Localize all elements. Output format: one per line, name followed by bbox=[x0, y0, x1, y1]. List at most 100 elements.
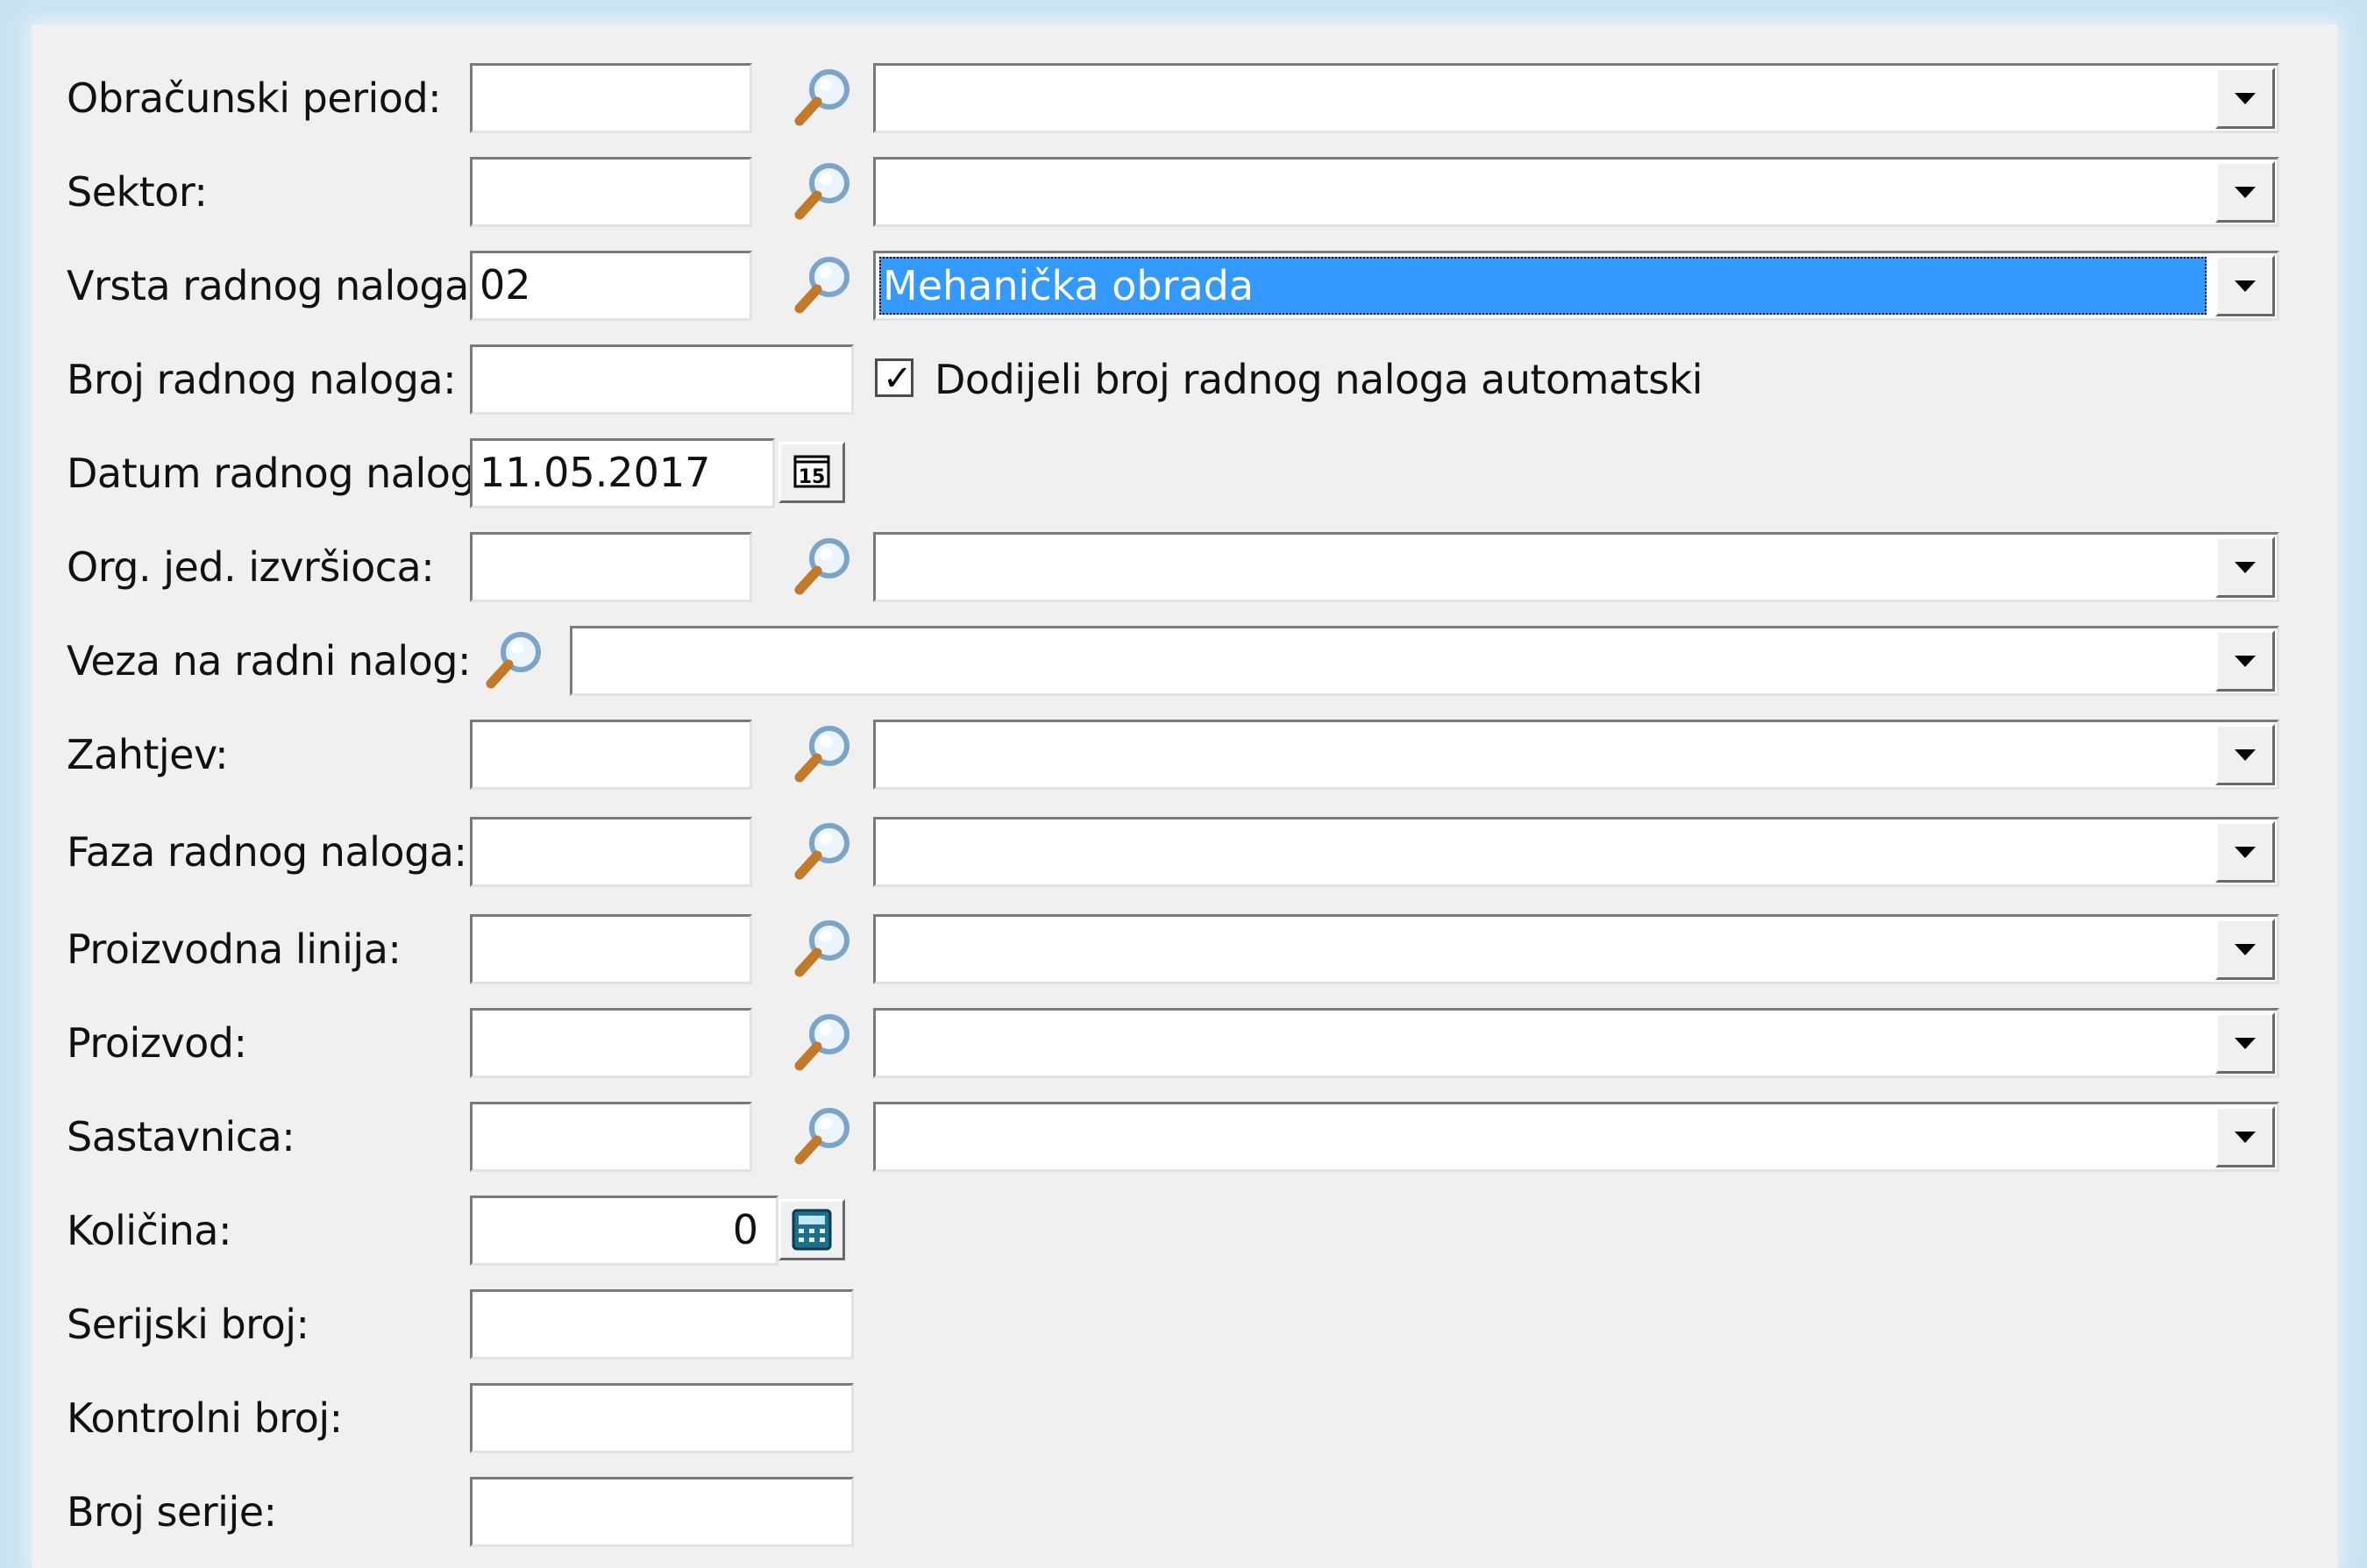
row-order-number: Broj radnog naloga: ✓ Dodijeli broj radn… bbox=[32, 341, 2337, 418]
product-label: Proizvod: bbox=[67, 1019, 247, 1067]
magnifier-icon[interactable] bbox=[787, 157, 857, 227]
period-label: Obračunski period: bbox=[67, 74, 442, 122]
calculator-button[interactable] bbox=[778, 1199, 845, 1260]
svg-text:15: 15 bbox=[799, 466, 826, 488]
order-type-combo[interactable]: Mehanička obrada bbox=[873, 251, 2279, 321]
row-sector: Sektor: bbox=[32, 153, 2337, 231]
order-date-label: Datum radnog naloga: bbox=[67, 450, 513, 497]
auto-assign-checkbox[interactable]: ✓ bbox=[875, 358, 913, 399]
chevron-down-icon bbox=[2235, 749, 2256, 761]
phase-label: Faza radnog naloga: bbox=[67, 828, 467, 876]
chevron-down-icon bbox=[2235, 1132, 2256, 1143]
order-type-code-input[interactable]: 02 bbox=[470, 251, 752, 321]
calendar-button[interactable]: 15 bbox=[778, 442, 845, 503]
period-combo[interactable] bbox=[873, 63, 2279, 133]
bom-label: Sastavnica: bbox=[67, 1113, 295, 1160]
production-line-combo[interactable] bbox=[873, 914, 2279, 984]
product-combo[interactable] bbox=[873, 1008, 2279, 1078]
org-unit-combo[interactable] bbox=[873, 532, 2279, 602]
control-number-label: Kontrolni broj: bbox=[67, 1394, 343, 1442]
org-unit-code-input[interactable] bbox=[470, 532, 752, 602]
order-type-dropdown-button[interactable] bbox=[2215, 255, 2275, 316]
serial-number-input[interactable] bbox=[470, 1289, 854, 1359]
quantity-label: Količina: bbox=[67, 1207, 232, 1254]
chevron-down-icon bbox=[2235, 847, 2256, 858]
row-bom: Sastavnica: bbox=[32, 1098, 2337, 1175]
order-number-label: Broj radnog naloga: bbox=[67, 356, 457, 403]
row-phase: Faza radnog naloga: bbox=[32, 813, 2337, 890]
checkmark-icon: ✓ bbox=[883, 358, 913, 399]
row-request: Zahtjev: bbox=[32, 716, 2337, 793]
order-date-input[interactable]: 11.05.2017 bbox=[470, 438, 775, 508]
row-product: Proizvod: bbox=[32, 1004, 2337, 1082]
sector-label: Sektor: bbox=[67, 168, 208, 216]
control-number-input[interactable] bbox=[470, 1383, 854, 1453]
bom-combo[interactable] bbox=[873, 1102, 2279, 1172]
row-production-line: Proizvodna linija: bbox=[32, 911, 2337, 988]
bom-combo-value bbox=[879, 1108, 2207, 1166]
magnifier-icon[interactable] bbox=[787, 1102, 857, 1172]
row-org-unit: Org. jed. izvršioca: bbox=[32, 529, 2337, 606]
auto-assign-label[interactable]: Dodijeli broj radnog naloga automatski bbox=[935, 341, 1703, 418]
magnifier-icon[interactable] bbox=[787, 63, 857, 133]
request-code-input[interactable] bbox=[470, 720, 752, 790]
magnifier-icon[interactable] bbox=[787, 720, 857, 790]
order-type-combo-value: Mehanička obrada bbox=[879, 257, 2207, 315]
chevron-down-icon bbox=[2235, 187, 2256, 198]
batch-number-input[interactable] bbox=[470, 1477, 854, 1547]
request-combo-value bbox=[879, 726, 2207, 784]
production-line-code-input[interactable] bbox=[470, 914, 752, 984]
production-line-label: Proizvodna linija: bbox=[67, 926, 402, 973]
phase-combo-value bbox=[879, 823, 2207, 881]
serial-number-label: Serijski broj: bbox=[67, 1301, 309, 1348]
form-panel: Obračunski period: Sektor: Vrsta radnog … bbox=[32, 25, 2337, 1568]
link-order-label: Veza na radni nalog: bbox=[67, 637, 471, 685]
row-serial-number: Serijski broj: bbox=[32, 1286, 2337, 1363]
magnifier-icon[interactable] bbox=[787, 1008, 857, 1078]
chevron-down-icon bbox=[2235, 280, 2256, 292]
phase-dropdown-button[interactable] bbox=[2215, 821, 2275, 883]
request-combo[interactable] bbox=[873, 720, 2279, 790]
link-order-dropdown-button[interactable] bbox=[2215, 630, 2275, 692]
period-code-input[interactable] bbox=[470, 63, 752, 133]
quantity-input[interactable]: 0 bbox=[470, 1196, 778, 1266]
row-quantity: Količina: 0 bbox=[32, 1192, 2337, 1269]
batch-number-label: Broj serije: bbox=[67, 1488, 277, 1536]
order-number-input[interactable] bbox=[470, 344, 854, 415]
chevron-down-icon bbox=[2235, 93, 2256, 104]
calculator-icon bbox=[792, 1209, 832, 1251]
product-code-input[interactable] bbox=[470, 1008, 752, 1078]
row-order-date: Datum radnog naloga: 11.05.2017 15 bbox=[32, 435, 2337, 512]
calendar-icon: 15 bbox=[793, 455, 830, 488]
bom-code-input[interactable] bbox=[470, 1102, 752, 1172]
link-order-combo[interactable] bbox=[570, 626, 2279, 696]
product-combo-value bbox=[879, 1014, 2207, 1072]
request-dropdown-button[interactable] bbox=[2215, 724, 2275, 785]
magnifier-icon[interactable] bbox=[479, 626, 549, 696]
sector-dropdown-button[interactable] bbox=[2215, 161, 2275, 223]
row-link-order: Veza na radni nalog: bbox=[32, 622, 2337, 699]
sector-combo[interactable] bbox=[873, 157, 2279, 227]
row-period: Obračunski period: bbox=[32, 60, 2337, 137]
phase-combo[interactable] bbox=[873, 817, 2279, 887]
request-label: Zahtjev: bbox=[67, 731, 229, 778]
magnifier-icon[interactable] bbox=[787, 914, 857, 984]
chevron-down-icon bbox=[2235, 944, 2256, 955]
chevron-down-icon bbox=[2235, 656, 2256, 667]
production-line-combo-value bbox=[879, 920, 2207, 978]
production-line-dropdown-button[interactable] bbox=[2215, 919, 2275, 980]
period-dropdown-button[interactable] bbox=[2215, 67, 2275, 129]
sector-code-input[interactable] bbox=[470, 157, 752, 227]
magnifier-icon[interactable] bbox=[787, 251, 857, 321]
magnifier-icon[interactable] bbox=[787, 817, 857, 887]
row-control-number: Kontrolni broj: bbox=[32, 1380, 2337, 1457]
order-type-label: Vrsta radnog naloga: bbox=[67, 262, 482, 309]
sector-combo-value bbox=[879, 163, 2207, 221]
phase-code-input[interactable] bbox=[470, 817, 752, 887]
org-unit-dropdown-button[interactable] bbox=[2215, 536, 2275, 598]
bom-dropdown-button[interactable] bbox=[2215, 1106, 2275, 1167]
magnifier-icon[interactable] bbox=[787, 532, 857, 602]
row-order-type: Vrsta radnog naloga: 02 Mehanička obrada bbox=[32, 247, 2337, 324]
org-unit-combo-value bbox=[879, 538, 2207, 596]
product-dropdown-button[interactable] bbox=[2215, 1012, 2275, 1074]
